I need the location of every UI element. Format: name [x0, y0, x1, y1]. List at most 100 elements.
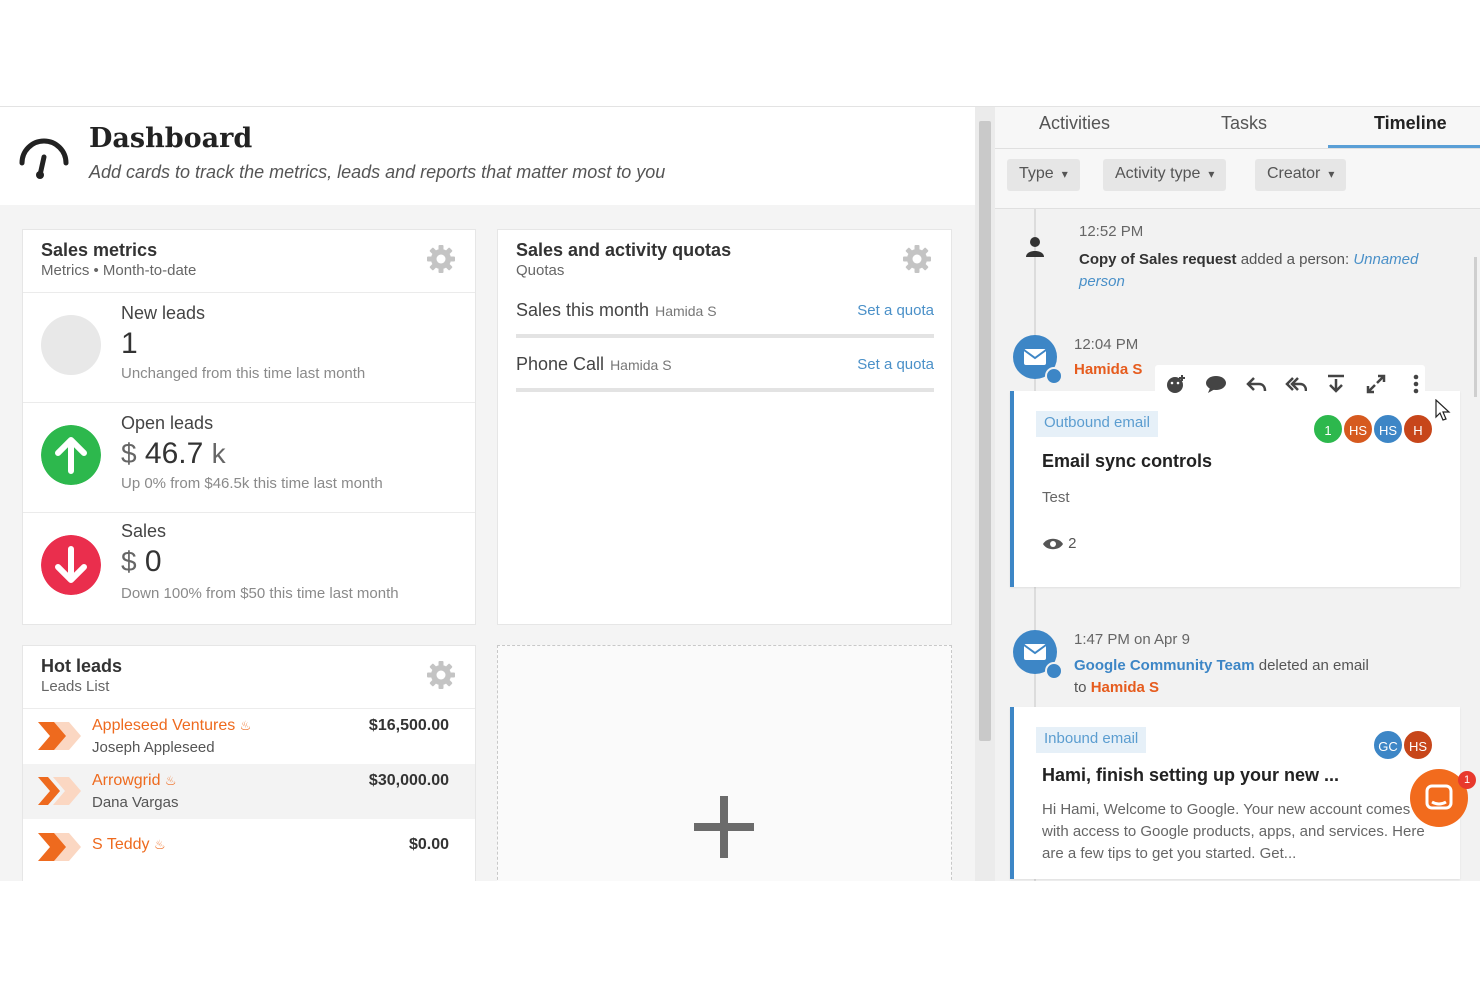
lead-contact: Dana Vargas [92, 794, 179, 811]
lead-amount: $30,000.00 [368, 772, 449, 789]
gear-icon[interactable] [902, 244, 932, 274]
lead-amount: $16,500.00 [368, 717, 449, 734]
user-link[interactable]: Hamida S [1091, 679, 1159, 696]
lead-name: Appleseed Ventures [92, 717, 236, 734]
metric-sales[interactable]: Sales $ 0 Down 100% from $50 this time l… [23, 512, 475, 624]
crm-app: Dashboard Add cards to track the metrics… [0, 106, 1480, 881]
tab-timeline[interactable]: Timeline [1374, 113, 1447, 134]
expand-icon[interactable] [1365, 373, 1387, 395]
reply-all-icon[interactable] [1285, 373, 1307, 395]
notification-badge: 1 [1458, 771, 1476, 789]
avatar[interactable]: HS [1372, 413, 1404, 445]
flame-icon: ♨ [239, 718, 252, 733]
dashboard-panel: Dashboard Add cards to track the metrics… [0, 107, 975, 881]
lead-row[interactable]: Appleseed Ventures ♨ Joseph Appleseed $1… [23, 708, 475, 763]
metric-label: Open leads [121, 413, 214, 433]
email-type-tag: Outbound email [1036, 411, 1158, 437]
user-link[interactable]: Hamida S [1074, 361, 1142, 378]
comment-icon[interactable] [1205, 373, 1227, 395]
chevron-down-icon: ▾ [1208, 167, 1215, 181]
card-title: Sales metrics [41, 240, 158, 260]
metric-open-leads[interactable]: Open leads $ 46.7 k Up 0% from $46.5k th… [23, 402, 475, 512]
activity-panel: Activities Tasks Timeline Type ▾ Activity… [995, 107, 1480, 881]
lead-name-link[interactable]: S Teddy ♨ [92, 836, 166, 854]
set-quota-link[interactable]: Set a quota [857, 356, 934, 373]
arrow-up-icon [41, 425, 101, 485]
dashboard-header: Dashboard Add cards to track the metrics… [0, 107, 975, 205]
avatar[interactable]: HS [1342, 413, 1374, 445]
sender-link[interactable]: Google Community Team [1074, 657, 1255, 674]
page-title: Dashboard [89, 123, 253, 154]
tab-tasks[interactable]: Tasks [1221, 113, 1267, 134]
avatar[interactable]: 1 [1312, 413, 1344, 445]
gear-icon[interactable] [426, 244, 456, 274]
panel-tabs: Activities Tasks Timeline [995, 107, 1480, 149]
reply-icon[interactable] [1245, 373, 1267, 395]
tab-activities[interactable]: Activities [1039, 113, 1110, 134]
mouse-cursor-icon [1435, 399, 1451, 421]
sales-metrics-card: Sales metrics Metrics • Month-to-date Ne… [22, 229, 476, 625]
add-reaction-icon[interactable] [1165, 373, 1187, 395]
timeline-scrollbar[interactable] [1474, 257, 1477, 397]
lead-contact: Joseph Appleseed [92, 739, 215, 756]
lead-row[interactable]: Arrowgrid ♨ Dana Vargas $30,000.00 [23, 764, 475, 819]
quota-name: Sales this month Hamida S [516, 300, 717, 321]
creator-filter[interactable]: Creator ▾ [1255, 159, 1347, 191]
filter-label: Creator [1267, 165, 1321, 182]
event-time: 12:04 PM [1074, 336, 1139, 353]
email-subject: Hami, finish setting up your new ... [1042, 765, 1340, 785]
hot-leads-card: Hot leads Leads List Appleseed Ventures … [22, 645, 476, 881]
record-link[interactable]: Copy of Sales request [1079, 251, 1237, 268]
type-filter[interactable]: Type ▾ [1007, 159, 1080, 191]
activity-type-filter[interactable]: Activity type ▾ [1103, 159, 1227, 191]
gear-icon[interactable] [426, 660, 456, 690]
set-quota-link[interactable]: Set a quota [857, 302, 934, 319]
more-vertical-icon[interactable] [1405, 373, 1427, 395]
metric-number: 46.7 [144, 437, 204, 470]
quota-row: Phone Call Hamida S Set a quota [516, 352, 934, 392]
avatar[interactable]: H [1402, 413, 1434, 445]
metric-unit: k [211, 438, 226, 469]
lead-name: S Teddy [92, 836, 150, 853]
lead-name: Arrowgrid [92, 772, 161, 789]
add-card-button[interactable] [497, 645, 952, 881]
email-body: Test [1042, 489, 1070, 506]
quota-row: Sales this month Hamida S Set a quota [516, 298, 934, 338]
person-icon [1026, 237, 1044, 257]
filter-label: Type [1019, 165, 1054, 182]
chevron-down-icon: ▾ [1328, 167, 1335, 181]
download-icon[interactable] [1325, 373, 1347, 395]
avatar[interactable]: HS [1402, 729, 1434, 761]
views-count: 2 [1042, 535, 1077, 552]
event-description: Hamida S [1074, 359, 1142, 381]
lead-amount: $0.00 [408, 836, 449, 853]
event-description: Copy of Sales request added a person: Un… [1079, 249, 1459, 293]
lead-chevron-icon [38, 722, 81, 750]
metric-number: 1 [121, 327, 138, 360]
metric-new-leads[interactable]: New leads 1 Unchanged from this time las… [23, 292, 475, 402]
active-tab-indicator [1328, 145, 1480, 148]
email-body: Hi Hami, Welcome to Google. Your new acc… [1042, 801, 1425, 862]
card-title: Sales and activity quotas [516, 240, 732, 260]
card-subtitle: Quotas [516, 262, 565, 279]
metric-label: New leads [121, 303, 206, 323]
scrollbar-thumb[interactable] [979, 121, 991, 741]
email-card[interactable]: Inbound email GC HS Hami, finish setting… [1010, 707, 1460, 879]
page-subtitle: Add cards to track the metrics, leads an… [89, 162, 666, 182]
dashboard-scrollbar[interactable] [975, 107, 995, 881]
email-card[interactable]: Outbound email 1 HS HS H Email sync cont… [1010, 391, 1460, 587]
lead-name-link[interactable]: Appleseed Ventures ♨ [92, 717, 251, 735]
views-number: 2 [1068, 535, 1077, 552]
lead-name-link[interactable]: Arrowgrid ♨ [92, 772, 177, 790]
avatar[interactable]: GC [1372, 729, 1404, 761]
lead-row[interactable]: S Teddy ♨ $0.00 [23, 820, 475, 875]
quotas-card: Sales and activity quotas Quotas Sales t… [497, 229, 952, 625]
event-time: 1:47 PM on Apr 9 [1074, 631, 1190, 648]
email-action-toolbar [1155, 365, 1425, 403]
metric-delta: Down 100% from $50 this time last month [121, 585, 399, 602]
card-subtitle: Metrics • Month-to-date [41, 262, 197, 279]
event-text: deleted an email [1254, 657, 1369, 674]
plus-icon [694, 796, 754, 858]
event-time: 12:52 PM [1079, 223, 1144, 240]
metric-value: $ 0 [121, 545, 162, 579]
